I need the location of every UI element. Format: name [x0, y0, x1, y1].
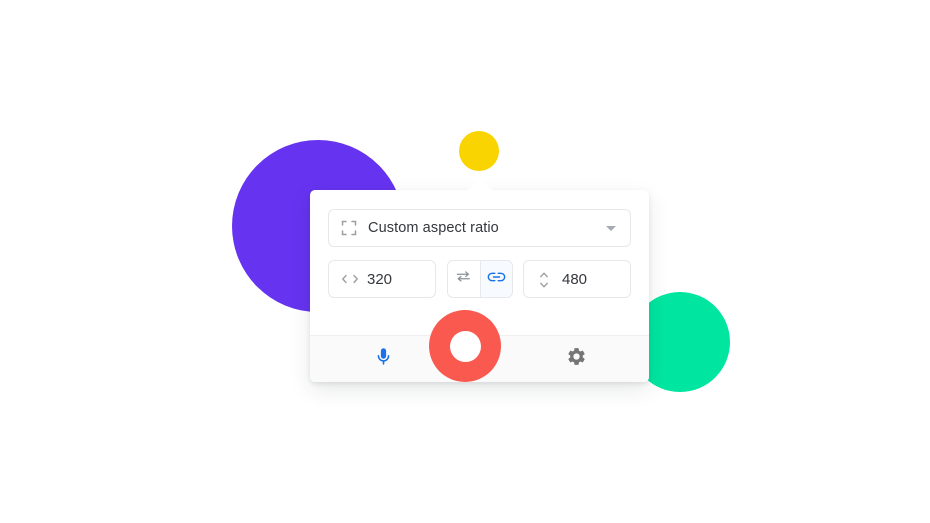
dimension-toggle-group — [446, 260, 513, 298]
canvas: Custom aspect ratio 320 480 — [0, 0, 930, 523]
record-ring-icon — [449, 330, 481, 362]
crop-frame-icon — [341, 220, 357, 236]
swap-arrows-icon — [455, 269, 472, 289]
aspect-ratio-select[interactable]: Custom aspect ratio — [328, 209, 631, 247]
width-input[interactable]: 320 — [328, 260, 436, 298]
settings-button[interactable] — [559, 342, 593, 376]
arrows-horizontal-icon — [341, 271, 358, 287]
height-input[interactable]: 480 — [523, 260, 631, 298]
swap-dimensions-button[interactable] — [446, 260, 480, 298]
mic-button[interactable] — [366, 342, 400, 376]
link-dimensions-button[interactable] — [479, 260, 513, 298]
yellow-dot — [459, 131, 499, 171]
dimension-row: 320 480 — [328, 260, 631, 298]
height-value: 480 — [562, 270, 588, 288]
record-button[interactable] — [429, 310, 501, 382]
gear-icon — [566, 346, 587, 372]
popover-caret — [465, 179, 494, 191]
width-value: 320 — [367, 270, 393, 288]
arrows-vertical-icon — [536, 271, 552, 288]
link-chain-icon — [487, 270, 506, 289]
chevron-down-icon[interactable] — [606, 225, 616, 231]
microphone-icon — [373, 346, 394, 372]
aspect-ratio-value: Custom aspect ratio — [368, 220, 499, 236]
